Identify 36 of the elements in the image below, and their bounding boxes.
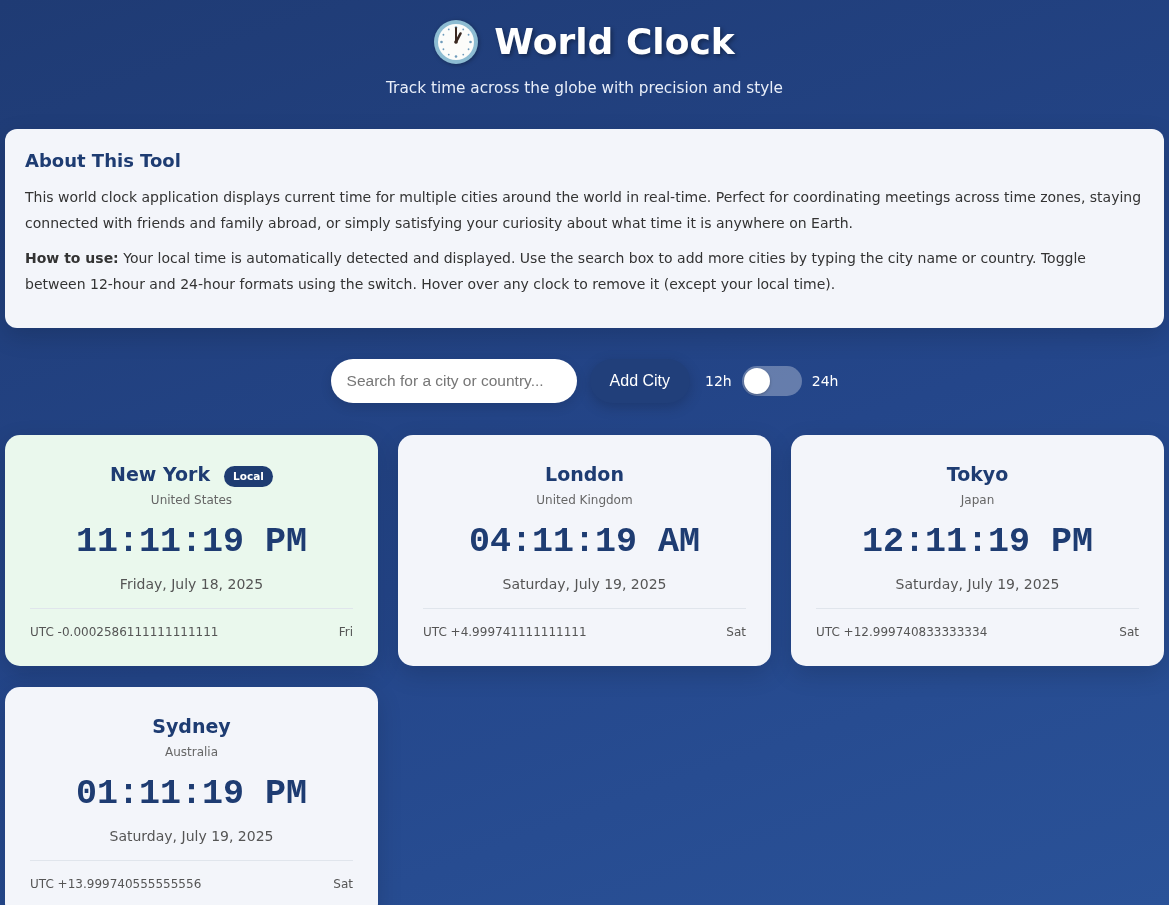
country-name: Japan bbox=[959, 492, 996, 508]
utc-offset: UTC +4.999741111111111 bbox=[423, 624, 587, 640]
city-name: Sydney bbox=[152, 714, 231, 739]
format-toggle[interactable] bbox=[741, 366, 802, 396]
utc-offset: UTC +13.999740555555556 bbox=[30, 876, 202, 892]
about-title: About This Tool bbox=[25, 149, 182, 173]
city-name: New York bbox=[110, 462, 211, 487]
page-title: World Clock bbox=[494, 20, 735, 64]
add-city-button[interactable]: Add City bbox=[589, 359, 691, 403]
clock-date: Saturday, July 19, 2025 bbox=[501, 575, 668, 594]
format-label: 24h bbox=[811, 372, 839, 390]
country-name: United States bbox=[149, 492, 234, 508]
clock-date: Friday, July 18, 2025 bbox=[118, 575, 265, 594]
day-abbreviation: Sat bbox=[1119, 624, 1139, 640]
day-abbreviation: Sat bbox=[333, 876, 353, 892]
city-name: London bbox=[545, 462, 624, 487]
city-name: Tokyo bbox=[946, 462, 1009, 487]
page-subtitle: Track time across the globe with precision and style bbox=[386, 78, 783, 98]
clock-icon bbox=[434, 20, 479, 64]
country-name: United Kingdom bbox=[535, 492, 634, 508]
clock-date: Saturday, July 19, 2025 bbox=[108, 827, 275, 846]
utc-offset: UTC -0.0002586111111111111 bbox=[30, 624, 219, 640]
format-label: 12h bbox=[705, 372, 732, 390]
country-name: Australia bbox=[163, 744, 220, 760]
day-abbreviation: Fri bbox=[338, 624, 353, 640]
clock-date: Saturday, July 19, 2025 bbox=[894, 575, 1061, 594]
clock-time: 01:11:19 PM bbox=[74, 773, 308, 816]
clock-time: 11:11:19 PM bbox=[74, 521, 308, 564]
local-badge: Local bbox=[224, 465, 273, 487]
about-paragraph: How to use: Your local time is automatically detected and displayed. Use the search box to add more cities by typing the city name or country. Toggle between 12-hour and 24-hour formats using the switch. Hover over any clock to remove it (except your local time). bbox=[25, 249, 1087, 294]
clock-time: 12:11:19 PM bbox=[860, 521, 1094, 564]
utc-offset: UTC +12.999740833333334 bbox=[816, 624, 988, 640]
clock-time: 04:11:19 AM bbox=[467, 521, 701, 564]
about-paragraph: This world clock application displays current time for multiple cities around the world in real-time. Perfect for coordinating meetings across time zones, staying connected with friends and family abroad, or simply satisfying your curiosity about what time it is anywhere on Earth. bbox=[25, 188, 1143, 233]
search-field[interactable]: Search for a city or country... bbox=[330, 359, 577, 403]
day-abbreviation: Sat bbox=[726, 624, 746, 640]
